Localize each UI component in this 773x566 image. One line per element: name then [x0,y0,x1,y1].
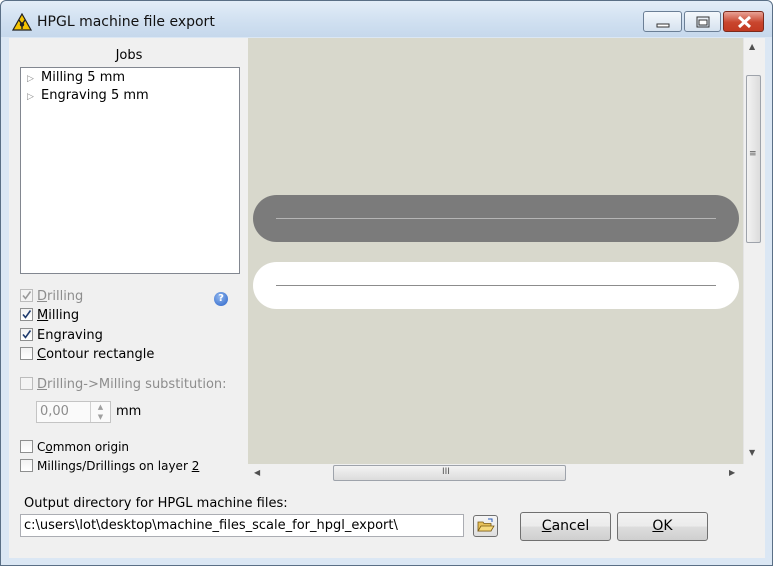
contour-rectangle-checkbox[interactable]: Contour rectangle [20,347,154,365]
tree-item-label: Engraving 5 mm [41,88,149,103]
horizontal-scrollbar[interactable]: ◀ III ▶ [248,464,743,482]
tree-expander-icon[interactable]: ▷ [27,74,41,84]
tree-item-label: Milling 5 mm [41,70,126,85]
layer2-checkbox[interactable]: Millings/Drillings on layer 2 [20,459,199,477]
engraving-track [253,262,739,309]
maximize-icon [696,16,710,28]
tree-item-milling[interactable]: ▷ Milling 5 mm [27,70,125,88]
scroll-right-icon[interactable]: ▶ [729,468,735,477]
common-origin-checkbox[interactable]: Common origin [20,440,129,458]
ok-button[interactable]: OK [617,512,708,541]
help-icon[interactable]: ? [214,292,228,306]
milling-track [253,195,739,242]
scroll-up-icon[interactable]: ▲ [749,42,755,51]
grip-icon: III [442,467,450,477]
milling-centerline [276,218,716,219]
substitution-checkbox[interactable]: Drilling->Milling substitution: [20,377,227,395]
scroll-down-icon[interactable]: ▼ [749,448,755,457]
output-directory-label: Output directory for HPGL machine files: [24,496,288,511]
vertical-scroll-thumb[interactable]: ≡ [746,75,761,243]
minimize-icon [656,23,670,28]
substitution-value: 0,00 [40,404,69,419]
dialog-window: HPGL machine file export Jobs ▷ Milling 5… [0,0,773,566]
engraving-checkbox[interactable]: Engraving [20,328,103,346]
drilling-checkbox[interactable]: Drilling [20,289,83,307]
browse-folder-button[interactable] [473,515,498,537]
checkbox-box[interactable] [20,328,33,341]
preview-canvas[interactable] [248,38,743,464]
checkbox-box[interactable] [20,347,33,360]
spin-buttons[interactable]: ▲ ▼ [90,402,110,422]
vertical-scrollbar[interactable]: ▲ ≡ ▼ [743,38,761,464]
scroll-left-icon[interactable]: ◀ [254,468,260,477]
checkbox-box[interactable] [20,440,33,453]
window-title: HPGL machine file export [37,14,215,30]
checkbox-box[interactable] [20,459,33,472]
checkbox-box[interactable] [20,308,33,321]
cancel-button[interactable]: Cancel [520,512,611,541]
title-bar[interactable]: HPGL machine file export [1,1,772,37]
engraving-centerline [276,285,716,286]
horizontal-scroll-thumb[interactable]: III [333,465,566,481]
substitution-value-input[interactable]: 0,00 ▲ ▼ [36,401,111,423]
minimize-button[interactable] [643,11,682,32]
hazard-warning-icon [12,13,32,31]
spin-down-icon[interactable]: ▼ [91,412,110,422]
check-icon [22,291,32,300]
tree-item-engraving[interactable]: ▷ Engraving 5 mm [27,88,149,106]
check-icon [22,310,32,319]
grip-icon: ≡ [749,149,757,159]
milling-checkbox[interactable]: Milling [20,308,79,326]
folder-open-icon [477,518,495,532]
tree-expander-icon[interactable]: ▷ [27,92,41,102]
check-icon [22,330,32,339]
close-icon [737,15,752,29]
dialog-body: Jobs ▷ Milling 5 mm ▷ Engraving 5 mm Drill… [9,38,765,558]
output-directory-field[interactable]: c:\users\lot\desktop\machine_files_scale… [20,514,464,537]
maximize-button[interactable] [684,11,721,32]
jobs-label: Jobs [115,48,143,63]
checkbox-box[interactable] [20,377,33,390]
substitution-unit: mm [116,404,142,419]
checkbox-box[interactable] [20,289,33,302]
spin-up-icon[interactable]: ▲ [91,402,110,412]
close-button[interactable] [723,11,764,32]
jobs-tree[interactable]: ▷ Milling 5 mm ▷ Engraving 5 mm [20,67,240,274]
